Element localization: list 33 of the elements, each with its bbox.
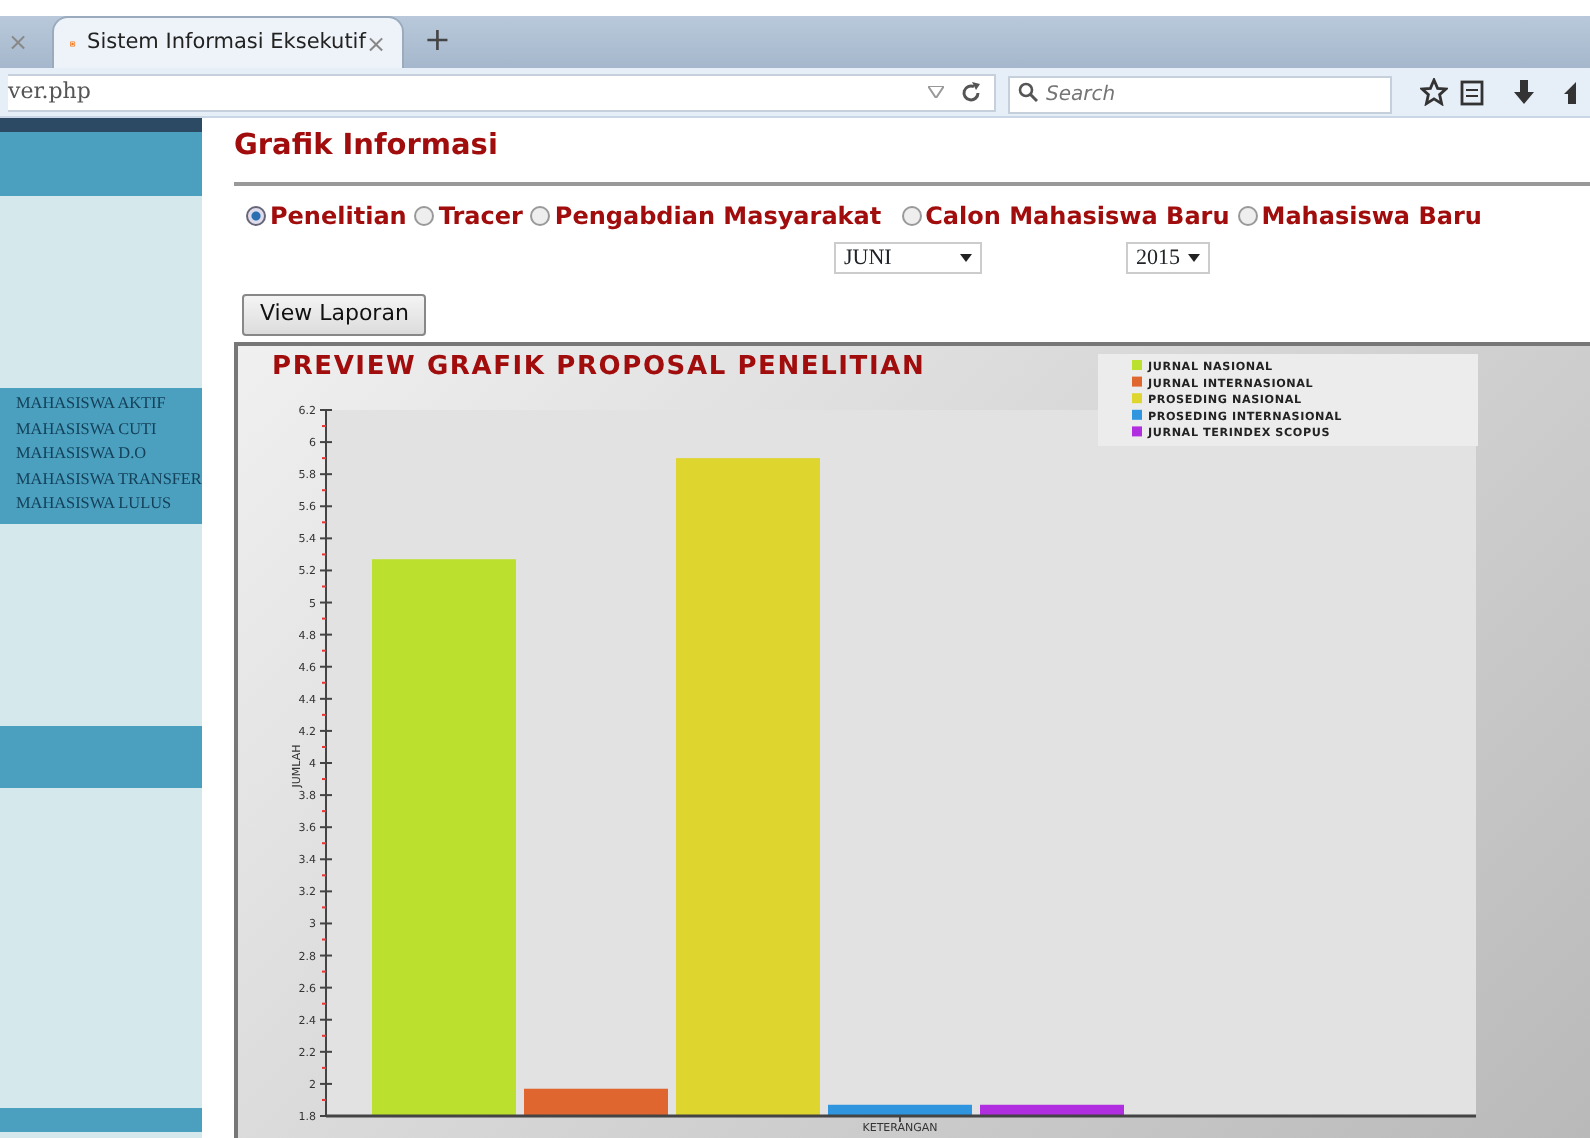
sidebar-item[interactable]: MAHASISWA CUTI bbox=[0, 417, 202, 442]
radio-button[interactable] bbox=[1237, 206, 1258, 226]
new-tab-button[interactable]: + bbox=[404, 16, 471, 68]
view-report-button[interactable]: View Laporan bbox=[242, 294, 427, 335]
radio-label[interactable]: Calon Mahasiswa Baru bbox=[925, 198, 1230, 234]
download-icon[interactable] bbox=[1512, 78, 1536, 106]
reload-icon[interactable] bbox=[960, 81, 982, 103]
radio-label[interactable]: Tracer bbox=[438, 198, 523, 234]
radio-button[interactable] bbox=[414, 206, 435, 226]
page-title: Grafik Informasi bbox=[234, 130, 500, 164]
dropdown-icon[interactable] bbox=[928, 86, 944, 98]
radio-button[interactable] bbox=[530, 206, 551, 226]
chart-title: PREVIEW GRAFIK PROPOSAL PENELITIAN bbox=[272, 351, 926, 381]
address-field[interactable]: ver.php bbox=[8, 73, 996, 111]
sidebar-item[interactable]: MAHASISWA TRANSFER bbox=[0, 467, 202, 492]
radio-label[interactable]: Pengabdian Masyarakat bbox=[554, 198, 882, 234]
caret-icon bbox=[1188, 254, 1200, 262]
year-select[interactable]: 2015 bbox=[1126, 242, 1210, 274]
sidebar-item[interactable]: MAHASISWA D.O bbox=[0, 442, 202, 467]
sidebar-item[interactable]: MAHASISWA LULUS bbox=[0, 492, 202, 517]
star-icon[interactable] bbox=[1420, 78, 1448, 106]
sidebar-item[interactable]: MAHASISWA AKTIF bbox=[0, 392, 202, 417]
browser-tab[interactable]: Sistem Informasi Eksekutif× bbox=[52, 16, 404, 68]
search-field[interactable]: Search bbox=[1008, 75, 1392, 113]
caret-icon bbox=[960, 254, 972, 262]
home-icon[interactable] bbox=[1564, 78, 1576, 106]
search-icon bbox=[1018, 81, 1038, 101]
radio-button[interactable] bbox=[901, 206, 922, 226]
radio-label[interactable]: Mahasiswa Baru bbox=[1261, 198, 1482, 234]
month-select[interactable]: JUNI bbox=[834, 242, 982, 274]
radio-label[interactable]: Penelitian bbox=[270, 198, 407, 234]
radio-button[interactable] bbox=[246, 206, 266, 226]
clipboard-icon[interactable] bbox=[1460, 78, 1484, 106]
